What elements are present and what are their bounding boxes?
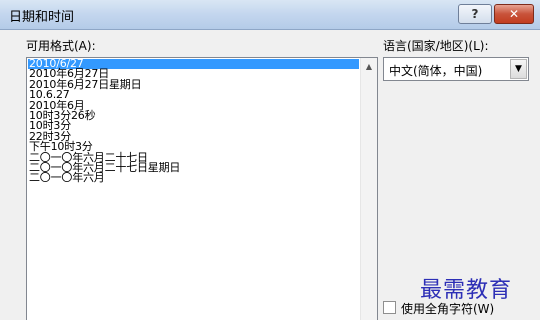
title-bar: 日期和时间 ? ✕ xyxy=(0,0,540,30)
help-button[interactable]: ? xyxy=(458,4,492,24)
list-item[interactable]: 2010年6月27日星期日 xyxy=(28,79,358,90)
formats-listbox[interactable]: 2010/6/27 2010年6月27日 2010年6月27日星期日 10.6.27 2… xyxy=(26,57,378,320)
language-value: 中文(简体，中国) xyxy=(389,64,483,78)
dialog-title: 日期和时间 xyxy=(9,10,75,25)
formats-list: 2010/6/27 2010年6月27日 2010年6月27日星期日 10.6.27 2… xyxy=(28,58,359,184)
chevron-down-icon[interactable]: ▼ xyxy=(510,59,527,79)
formats-label: 可用格式(A): xyxy=(26,39,96,53)
language-label: 语言(国家/地区)(L): xyxy=(383,39,489,53)
close-button[interactable]: ✕ xyxy=(494,4,534,24)
list-item[interactable]: 10时3分 xyxy=(28,120,358,131)
fullwidth-label: 使用全角字符(W) xyxy=(401,302,495,316)
date-time-dialog: 日期和时间 ? ✕ 可用格式(A): 语言(国家/地区)(L): 2010/6/… xyxy=(0,0,540,320)
language-select[interactable]: 中文(简体，中国) ▼ xyxy=(383,57,529,81)
list-item[interactable]: 10时3分26秒 xyxy=(28,110,358,121)
list-item[interactable]: 二〇一〇年六月 xyxy=(28,172,358,183)
vertical-scrollbar[interactable]: ▲ xyxy=(360,58,377,320)
scroll-up-icon[interactable]: ▲ xyxy=(361,58,377,75)
fullwidth-checkbox[interactable] xyxy=(383,301,396,314)
